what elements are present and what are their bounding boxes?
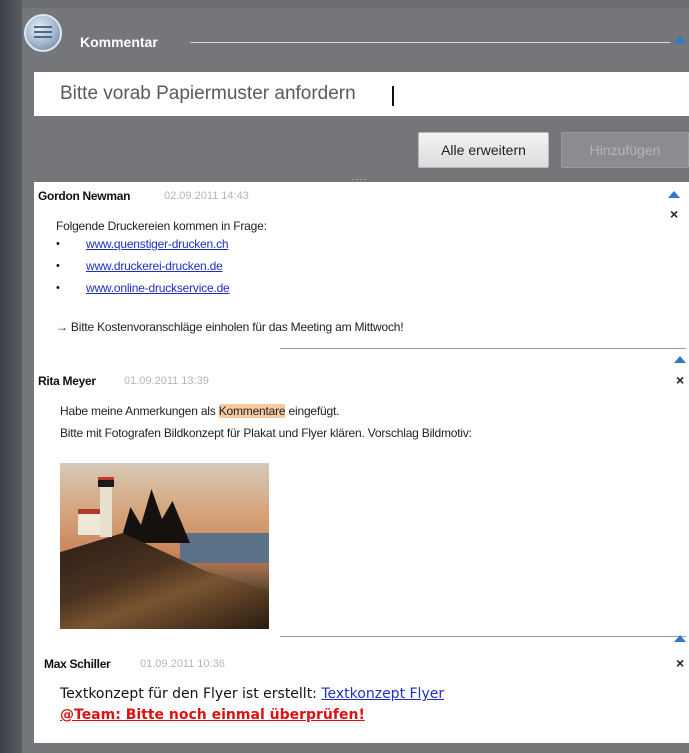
list-bullet: • xyxy=(56,260,60,272)
text-caret xyxy=(392,86,394,106)
collapse-comment-icon[interactable] xyxy=(674,356,686,363)
comment-text-part: eingefügt. xyxy=(285,404,340,418)
comment-divider xyxy=(280,348,686,349)
comment-text: Folgende Druckereien kommen in Frage: xyxy=(56,219,267,233)
comment-author: Max Schiller xyxy=(44,657,111,671)
comment-timestamp: 02.09.2011 14:43 xyxy=(164,190,249,202)
link-textkonzept-flyer[interactable]: Textkonzept Flyer xyxy=(321,686,444,702)
comment-input[interactable] xyxy=(34,72,689,116)
comment-list: Gordon Newman 02.09.2011 14:43 × Folgend… xyxy=(34,182,689,743)
add-button[interactable]: Hinzufügen xyxy=(561,132,689,168)
desktop-background xyxy=(0,0,22,753)
team-mention[interactable]: @Team: Bitte noch einmal überprüfen! xyxy=(60,707,365,723)
delete-comment-icon[interactable]: × xyxy=(676,372,684,388)
delete-comment-icon[interactable]: × xyxy=(670,206,678,222)
panel-header: Kommentar xyxy=(22,8,689,70)
comment-author: Gordon Newman xyxy=(38,189,131,203)
panel-title: Kommentar xyxy=(80,34,158,50)
delete-comment-icon[interactable]: × xyxy=(676,655,684,671)
list-bullet: • xyxy=(56,238,60,250)
comment-text: Bitte mit Fotografen Bildkonzept für Pla… xyxy=(60,426,472,440)
collapse-comment-icon[interactable] xyxy=(674,635,686,642)
comment-author: Rita Meyer xyxy=(38,374,96,388)
collapse-comment-icon[interactable] xyxy=(668,191,680,198)
header-divider xyxy=(190,42,670,43)
expand-all-button[interactable]: Alle erweitern xyxy=(418,132,549,168)
collapse-panel-icon[interactable] xyxy=(673,36,687,43)
link-quenstiger[interactable]: www.quenstiger-drucken.ch xyxy=(86,237,229,251)
comment-text-part: Textkonzept für den Flyer ist erstellt: xyxy=(60,686,322,702)
lighthouse-image[interactable] xyxy=(60,463,269,629)
speech-bubble-icon xyxy=(24,14,62,52)
comment-divider xyxy=(280,636,686,637)
link-druckerei[interactable]: www.druckerei-drucken.de xyxy=(86,259,223,273)
comment-timestamp: 01.09.2011 13:39 xyxy=(124,375,209,387)
comment-text-part: Habe meine Anmerkungen als xyxy=(60,404,219,418)
comment-note: → Bitte Kostenvoranschläge einholen für … xyxy=(56,320,404,334)
comment-timestamp: 01.09.2011 10:36 xyxy=(140,658,225,670)
list-bullet: • xyxy=(56,282,60,294)
highlighted-word[interactable]: Kommentare xyxy=(218,404,286,418)
comment-panel: Kommentar Alle erweitern Hinzufügen ....… xyxy=(22,8,689,753)
link-online-druckservice[interactable]: www.online-druckservice.de xyxy=(86,281,230,295)
comment-text: Textkonzept für den Flyer ist erstellt: … xyxy=(60,686,444,702)
comment-text: Habe meine Anmerkungen als Kommentare ei… xyxy=(60,404,339,418)
